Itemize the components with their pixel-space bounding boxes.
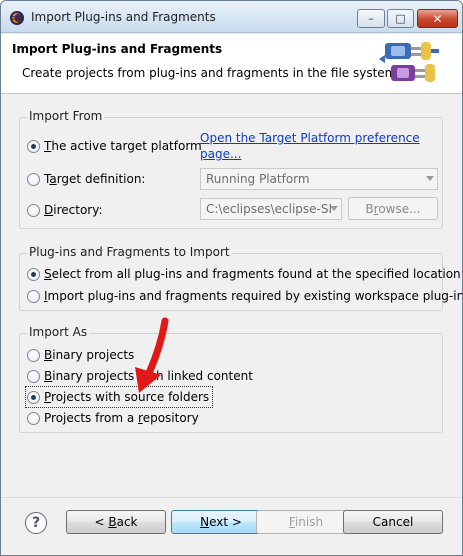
radio-indicator[interactable] [27, 390, 40, 404]
radio-indicator[interactable] [27, 348, 40, 362]
eclipse-icon [10, 11, 24, 25]
chevron-down-icon [330, 206, 338, 211]
window-title: Import Plug-ins and Fragments [31, 10, 216, 24]
radio-indicator[interactable] [27, 172, 40, 186]
minimize-icon: – [368, 12, 374, 25]
wizard-header: Import Plug-ins and Fragments Create pro… [1, 34, 462, 94]
radio-directory[interactable]: Directory: [27, 201, 103, 219]
import-wizard-window: Import Plug-ins and Fragments – □ ✕ Impo… [0, 0, 463, 556]
radio-source-folders[interactable]: Projects with source folders [24, 386, 214, 408]
import-as-group: Import As Binary projects Binary project… [19, 325, 443, 433]
browse-button[interactable]: Browse... [348, 197, 438, 220]
import-from-group: Import From The active target platform O… [19, 109, 443, 229]
minimize-button[interactable]: – [357, 9, 385, 28]
radio-active-target-platform[interactable]: The active target platform [27, 137, 202, 155]
radio-indicator[interactable] [27, 139, 40, 153]
maximize-icon: □ [395, 12, 406, 25]
maximize-button[interactable]: □ [387, 9, 414, 28]
chevron-down-icon [426, 176, 434, 181]
radio-indicator[interactable] [27, 289, 40, 303]
cancel-button[interactable]: Cancel [343, 510, 443, 534]
radio-target-definition[interactable]: Target definition: [27, 170, 145, 188]
import-from-title: Import From [27, 109, 105, 123]
target-platform-preference-link[interactable]: Open the Target Platform preference page… [200, 130, 420, 162]
radio-from-repository[interactable]: Projects from a repository [27, 409, 199, 427]
page-description: Create projects from plug-ins and fragme… [22, 66, 401, 80]
import-as-title: Import As [27, 325, 90, 339]
plugins-to-import-title: Plug-ins and Fragments to Import [27, 245, 232, 259]
close-button[interactable]: ✕ [417, 9, 458, 28]
footer-divider [1, 497, 462, 498]
radio-binary-projects[interactable]: Binary projects [27, 346, 134, 364]
close-icon: ✕ [432, 11, 443, 26]
help-icon: ? [31, 515, 41, 531]
radio-indicator[interactable] [27, 203, 40, 217]
annotation-arrow-icon [135, 317, 169, 393]
directory-combo[interactable]: C:\eclipses\eclipse-SI [200, 198, 342, 220]
page-title: Import Plug-ins and Fragments [12, 42, 223, 56]
radio-select-from-all[interactable]: Select from all plug-ins and fragments f… [27, 265, 461, 283]
title-bar[interactable]: Import Plug-ins and Fragments – □ ✕ [1, 1, 462, 33]
plugins-to-import-group: Plug-ins and Fragments to Import Select … [19, 245, 462, 311]
back-button[interactable]: < Back [66, 510, 166, 534]
radio-indicator[interactable] [27, 267, 40, 281]
target-definition-combo[interactable]: Running Platform [200, 168, 438, 190]
radio-indicator[interactable] [27, 411, 40, 425]
help-button[interactable]: ? [25, 512, 47, 534]
radio-import-required[interactable]: Import plug-ins and fragments required b… [27, 287, 462, 305]
finish-button[interactable]: Finish [256, 510, 356, 534]
radio-indicator[interactable] [27, 369, 40, 383]
plugin-import-icon [379, 42, 439, 82]
